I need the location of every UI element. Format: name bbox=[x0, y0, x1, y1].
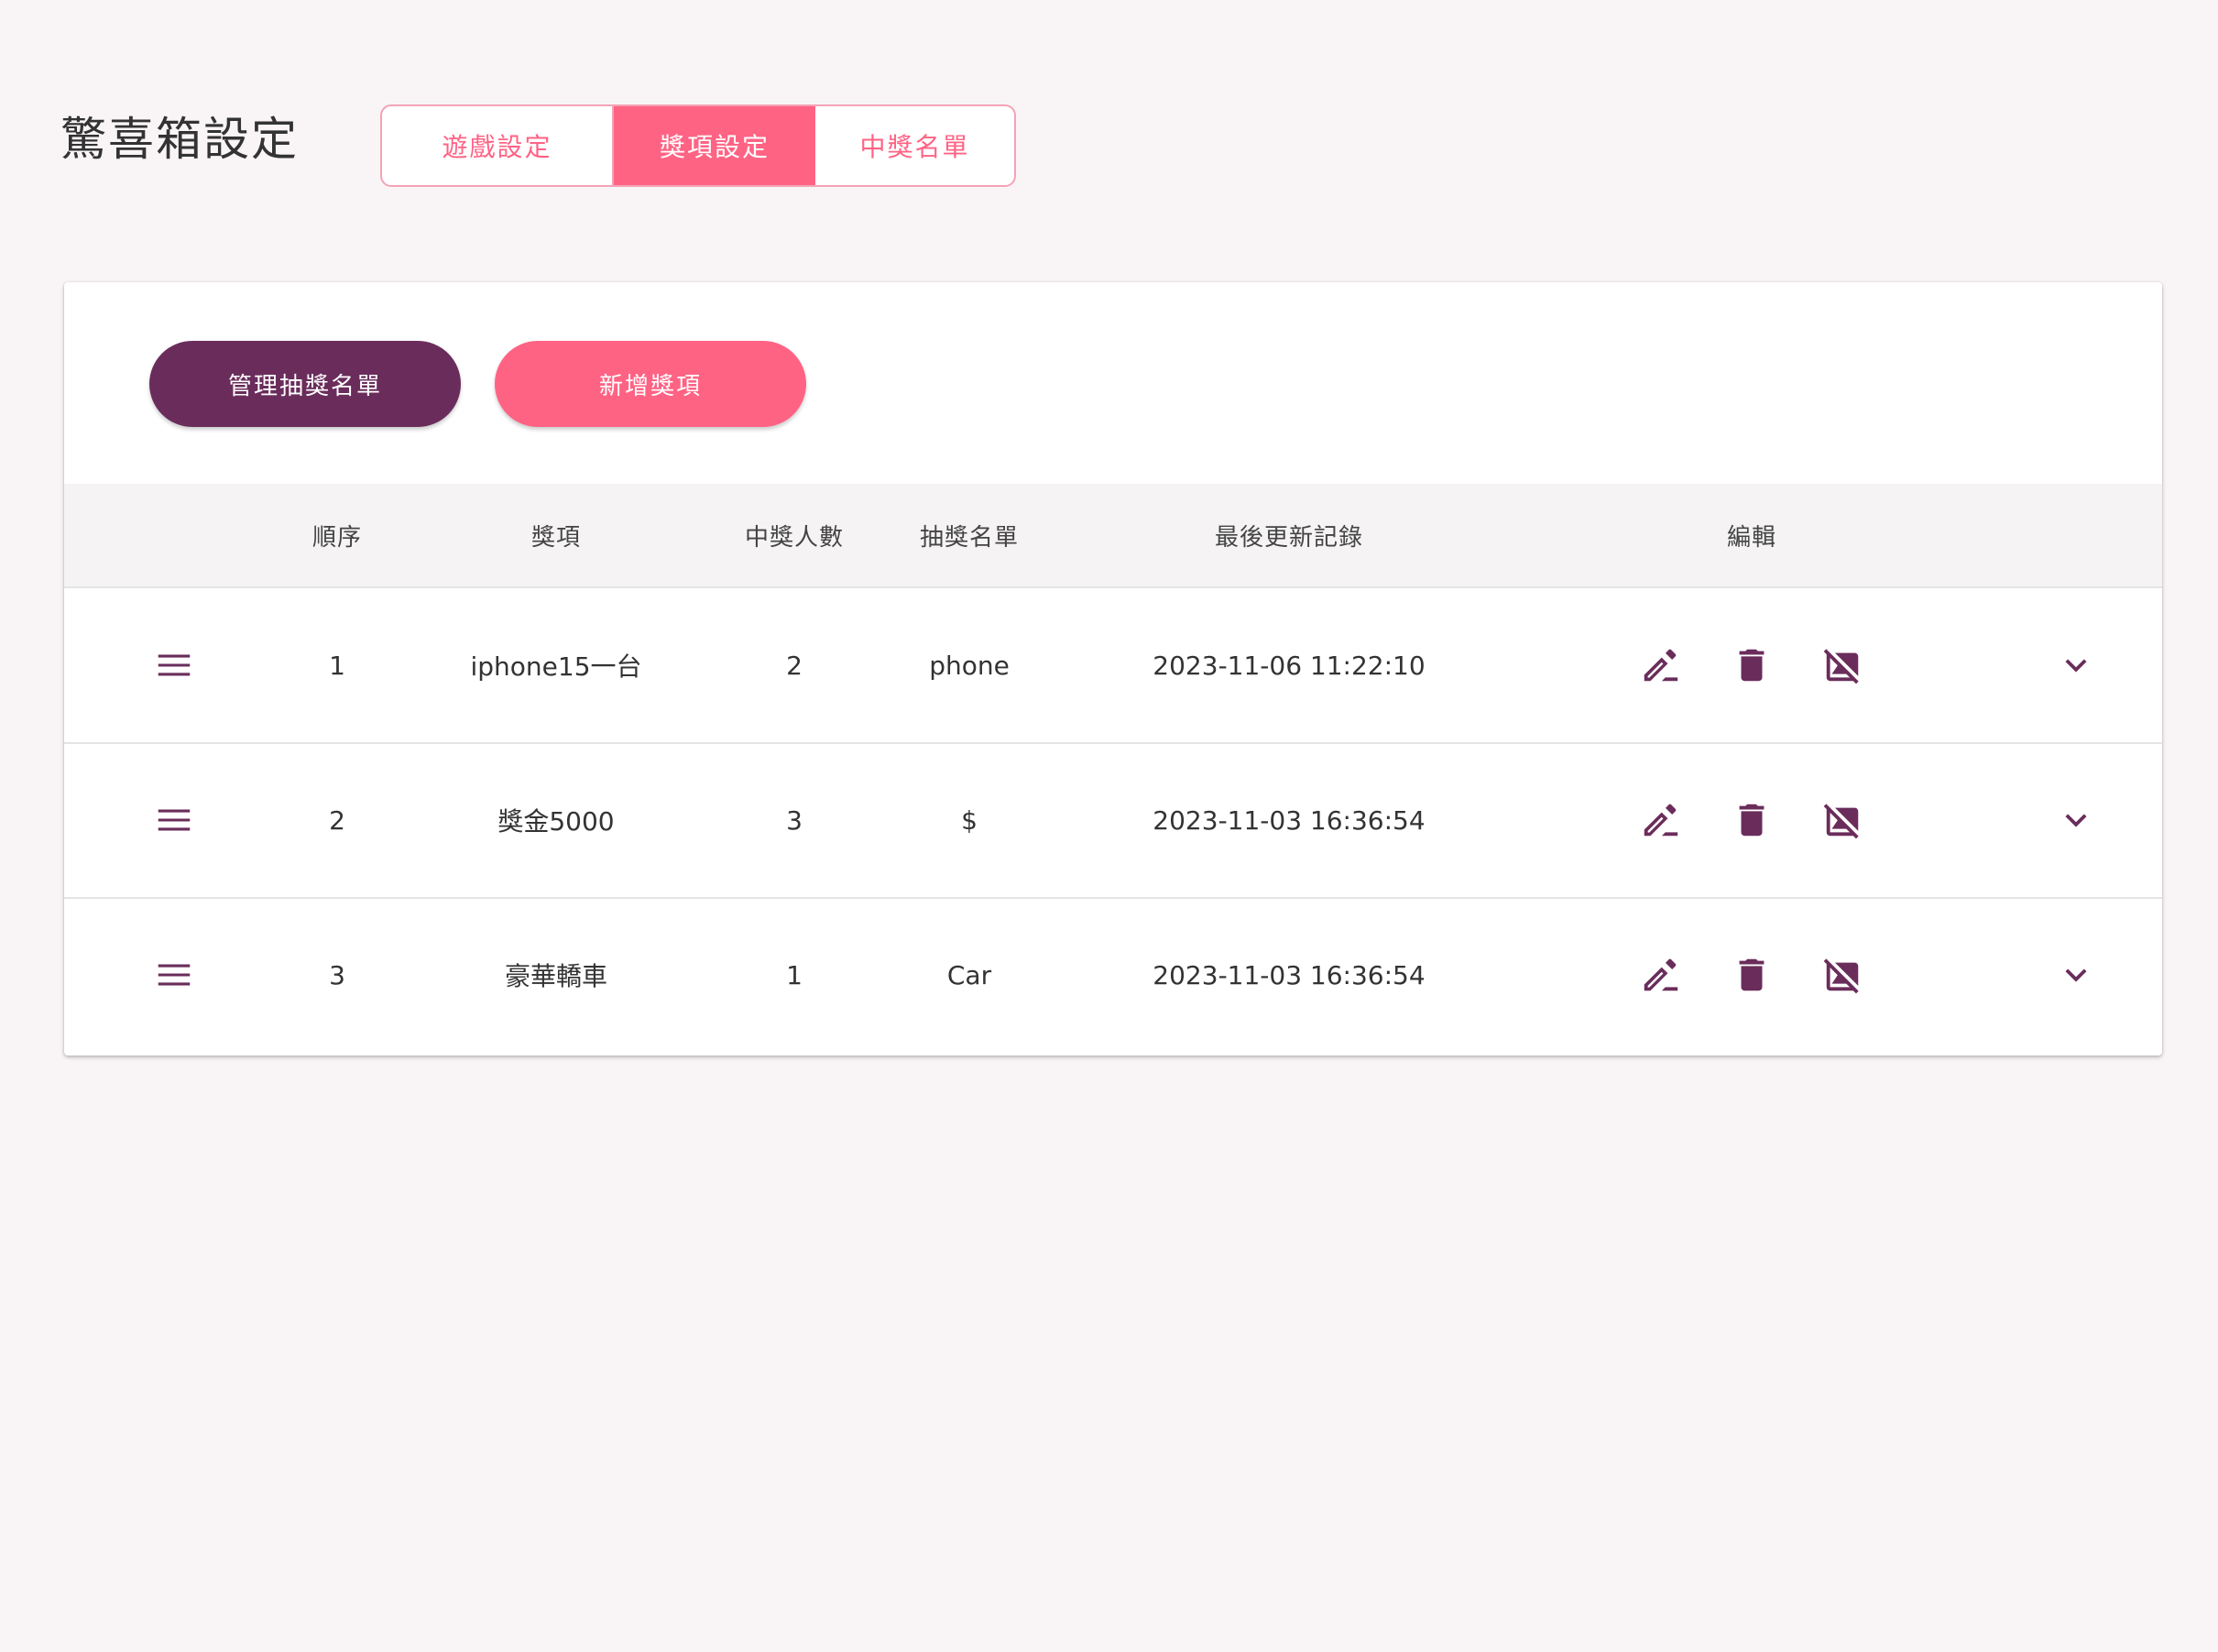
header-edit: 編輯 bbox=[1726, 523, 1777, 552]
page: 驚喜箱設定 遊戲設定 獎項設定 中獎名單 管理抽獎名單 新增獎項 順序 獎項 中… bbox=[0, 0, 2218, 1652]
hide-image-icon[interactable] bbox=[1819, 796, 1866, 844]
cell-draw-list: phone bbox=[929, 650, 1010, 681]
hide-image-icon[interactable] bbox=[1819, 641, 1866, 689]
tab-game-settings[interactable]: 遊戲設定 bbox=[382, 106, 614, 185]
edit-pencil-icon[interactable] bbox=[1636, 951, 1684, 999]
cell-draw-list: $ bbox=[961, 804, 978, 836]
header-order: 順序 bbox=[311, 523, 363, 552]
cell-prize: iphone15一台 bbox=[470, 651, 642, 682]
chevron-down-icon[interactable] bbox=[2052, 951, 2100, 999]
cell-winners: 3 bbox=[786, 804, 803, 836]
trash-icon[interactable] bbox=[1728, 796, 1775, 844]
trash-icon[interactable] bbox=[1728, 641, 1775, 689]
drag-handle-icon[interactable] bbox=[150, 951, 198, 999]
table-header: 順序 獎項 中獎人數 抽獎名單 最後更新記錄 編輯 bbox=[64, 484, 2162, 588]
add-prize-button[interactable]: 新增獎項 bbox=[495, 341, 806, 427]
chevron-down-icon[interactable] bbox=[2052, 641, 2100, 689]
header-prize: 獎項 bbox=[530, 523, 582, 552]
cell-prize: 獎金5000 bbox=[497, 806, 615, 837]
edit-pencil-icon[interactable] bbox=[1636, 796, 1684, 844]
cell-order: 1 bbox=[329, 650, 345, 681]
drag-handle-icon[interactable] bbox=[150, 641, 198, 689]
header-draw-list: 抽獎名單 bbox=[919, 523, 1020, 552]
manage-draw-list-button[interactable]: 管理抽獎名單 bbox=[149, 341, 461, 427]
cell-last-updated: 2023-11-03 16:36:54 bbox=[1153, 804, 1426, 836]
edit-pencil-icon[interactable] bbox=[1636, 641, 1684, 689]
cell-draw-list: Car bbox=[946, 959, 992, 990]
cell-prize: 豪華轎車 bbox=[504, 961, 608, 991]
trash-icon[interactable] bbox=[1728, 951, 1775, 999]
drag-handle-icon[interactable] bbox=[150, 796, 198, 844]
page-title: 驚喜箱設定 bbox=[60, 113, 299, 166]
cell-winners: 1 bbox=[786, 959, 803, 990]
hide-image-icon[interactable] bbox=[1819, 951, 1866, 999]
tab-prize-settings[interactable]: 獎項設定 bbox=[614, 106, 815, 185]
chevron-down-icon[interactable] bbox=[2052, 796, 2100, 844]
table-row: 1 iphone15一台 2 phone 2023-11-06 11:22:10 bbox=[64, 588, 2162, 744]
cell-winners: 2 bbox=[786, 650, 803, 681]
cell-order: 2 bbox=[329, 804, 345, 836]
table-row: 3 豪華轎車 1 Car 2023-11-03 16:36:54 bbox=[64, 898, 2162, 1052]
tab-bar: 遊戲設定 獎項設定 中獎名單 bbox=[380, 104, 1016, 187]
table-row: 2 獎金5000 3 $ 2023-11-03 16:36:54 bbox=[64, 743, 2162, 899]
prize-card: 管理抽獎名單 新增獎項 順序 獎項 中獎人數 抽獎名單 最後更新記錄 編輯 1 … bbox=[64, 282, 2162, 1056]
header-winners: 中獎人數 bbox=[744, 523, 845, 552]
header-last-updated: 最後更新記錄 bbox=[1214, 523, 1364, 552]
cell-last-updated: 2023-11-06 11:22:10 bbox=[1153, 650, 1426, 681]
cell-last-updated: 2023-11-03 16:36:54 bbox=[1153, 959, 1426, 990]
tab-winner-list[interactable]: 中獎名單 bbox=[815, 106, 1014, 185]
cell-order: 3 bbox=[329, 959, 345, 990]
